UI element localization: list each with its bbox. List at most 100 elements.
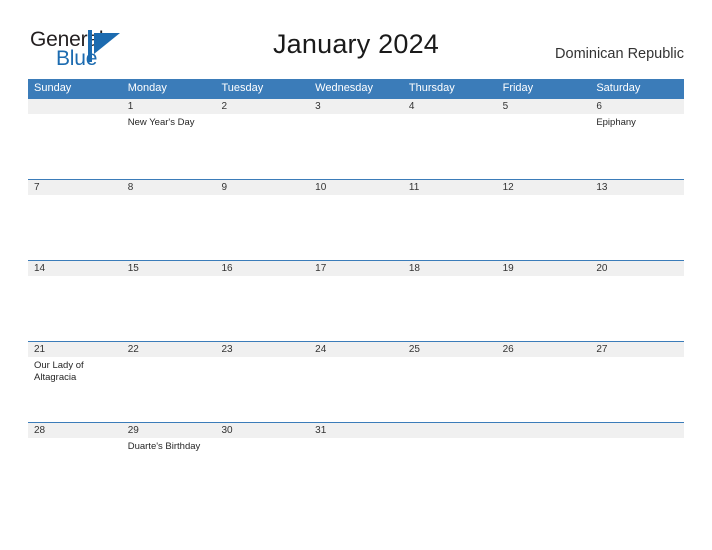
day-cell[interactable]: Duarte's Birthday bbox=[122, 438, 216, 503]
day-cell[interactable] bbox=[497, 114, 591, 179]
calendar-week-row: 14 15 16 17 18 19 20 bbox=[28, 260, 684, 341]
day-number: 12 bbox=[502, 182, 514, 193]
calendar-week-row: 21 22 23 24 25 26 27 Our Lady of Altagra… bbox=[28, 341, 684, 422]
day-cell[interactable] bbox=[215, 114, 309, 179]
day-event: Our Lady of Altagracia bbox=[34, 360, 84, 383]
day-cell[interactable] bbox=[309, 276, 403, 341]
day-number: 14 bbox=[34, 263, 46, 274]
day-number: 7 bbox=[34, 182, 40, 193]
day-number: 20 bbox=[596, 263, 608, 274]
day-number: 3 bbox=[315, 101, 321, 112]
weekday-wednesday: Wednesday bbox=[315, 82, 374, 94]
day-number: 11 bbox=[408, 182, 420, 193]
day-cell[interactable] bbox=[590, 357, 684, 422]
day-number: 15 bbox=[127, 263, 139, 274]
day-cell[interactable] bbox=[403, 114, 497, 179]
week-event-band: New Year's Day Epiphany bbox=[28, 114, 684, 179]
day-number: 28 bbox=[34, 425, 46, 436]
week-date-band: 7 8 9 10 11 12 13 bbox=[28, 180, 684, 195]
calendar-page: General Blue January 2024 Dominican Repu… bbox=[0, 0, 712, 550]
day-number: 8 bbox=[127, 182, 134, 193]
page-header: General Blue January 2024 Dominican Repu… bbox=[0, 0, 712, 78]
day-number: 22 bbox=[127, 344, 139, 355]
day-number: 21 bbox=[34, 344, 46, 355]
calendar-grid: Sunday Monday Tuesday Wednesday Thursday… bbox=[28, 79, 684, 503]
weekday-friday: Friday bbox=[502, 82, 534, 94]
day-cell[interactable]: Epiphany bbox=[590, 114, 684, 179]
day-number bbox=[590, 423, 684, 438]
day-number: 18 bbox=[408, 263, 420, 274]
day-number: 16 bbox=[221, 263, 233, 274]
week-event-band: Duarte's Birthday bbox=[28, 438, 684, 503]
weekday-header-row: Sunday Monday Tuesday Wednesday Thursday… bbox=[28, 79, 684, 98]
day-number: 10 bbox=[315, 182, 327, 193]
week-date-band: 14 15 16 17 18 19 20 bbox=[28, 261, 684, 276]
day-number: 5 bbox=[502, 101, 509, 112]
day-number: 31 bbox=[315, 425, 327, 436]
day-cell[interactable] bbox=[497, 195, 591, 260]
day-number: 9 bbox=[221, 182, 227, 193]
day-cell[interactable] bbox=[590, 276, 684, 341]
weekday-thursday: Thursday bbox=[408, 82, 455, 94]
day-number: 30 bbox=[221, 425, 233, 436]
day-number: 2 bbox=[221, 101, 227, 112]
day-cell[interactable] bbox=[403, 357, 497, 422]
week-event-band bbox=[28, 195, 684, 260]
day-cell[interactable] bbox=[403, 438, 497, 503]
day-cell[interactable] bbox=[309, 195, 403, 260]
day-event: Duarte's Birthday bbox=[127, 441, 201, 452]
day-number: 19 bbox=[502, 263, 514, 274]
week-date-band: 1 2 3 4 5 6 bbox=[28, 99, 684, 114]
day-number: 6 bbox=[596, 101, 602, 112]
week-event-band: Our Lady of Altagracia bbox=[28, 357, 684, 422]
day-number: 29 bbox=[127, 425, 139, 436]
day-number: 13 bbox=[596, 182, 608, 193]
day-event: Epiphany bbox=[596, 117, 636, 128]
calendar-week-row: 28 29 30 31 Duarte's Birthday bbox=[28, 422, 684, 503]
day-cell[interactable] bbox=[28, 195, 122, 260]
day-cell[interactable] bbox=[497, 438, 591, 503]
day-cell[interactable] bbox=[309, 114, 403, 179]
day-cell[interactable] bbox=[28, 114, 122, 179]
weekday-tuesday: Tuesday bbox=[221, 82, 264, 94]
day-event: New Year's Day bbox=[127, 117, 195, 128]
day-number: 24 bbox=[315, 344, 327, 355]
region-label: Dominican Republic bbox=[555, 46, 684, 62]
day-number: 27 bbox=[596, 344, 608, 355]
day-cell[interactable] bbox=[590, 195, 684, 260]
day-number: 26 bbox=[502, 344, 514, 355]
day-cell[interactable] bbox=[497, 357, 591, 422]
day-cell[interactable] bbox=[215, 438, 309, 503]
day-number bbox=[497, 423, 591, 438]
week-date-band: 28 29 30 31 bbox=[28, 423, 684, 438]
day-cell[interactable] bbox=[403, 195, 497, 260]
day-cell[interactable] bbox=[590, 438, 684, 503]
day-cell[interactable] bbox=[122, 276, 216, 341]
day-cell[interactable] bbox=[215, 276, 309, 341]
calendar-week-row: 7 8 9 10 11 12 13 bbox=[28, 179, 684, 260]
day-cell[interactable] bbox=[309, 438, 403, 503]
day-cell[interactable] bbox=[122, 357, 216, 422]
day-cell[interactable] bbox=[28, 276, 122, 341]
week-date-band: 21 22 23 24 25 26 27 bbox=[28, 342, 684, 357]
day-cell[interactable] bbox=[403, 276, 497, 341]
day-cell[interactable] bbox=[215, 357, 309, 422]
day-cell[interactable] bbox=[122, 195, 216, 260]
day-number: 25 bbox=[408, 344, 420, 355]
day-number bbox=[28, 99, 122, 114]
weekday-monday: Monday bbox=[127, 82, 167, 94]
week-event-band bbox=[28, 276, 684, 341]
day-cell[interactable] bbox=[215, 195, 309, 260]
day-cell[interactable] bbox=[309, 357, 403, 422]
day-cell[interactable]: Our Lady of Altagracia bbox=[28, 357, 122, 422]
day-number bbox=[403, 423, 497, 438]
day-cell[interactable] bbox=[497, 276, 591, 341]
day-cell[interactable]: New Year's Day bbox=[122, 114, 216, 179]
weekday-sunday: Sunday bbox=[34, 82, 72, 94]
day-number: 17 bbox=[315, 263, 327, 274]
day-cell[interactable] bbox=[28, 438, 122, 503]
day-number: 1 bbox=[127, 101, 134, 112]
day-number: 23 bbox=[221, 344, 233, 355]
calendar-week-row: 1 2 3 4 5 6 New Year's Day Epiphany bbox=[28, 98, 684, 179]
day-number: 4 bbox=[408, 101, 415, 112]
